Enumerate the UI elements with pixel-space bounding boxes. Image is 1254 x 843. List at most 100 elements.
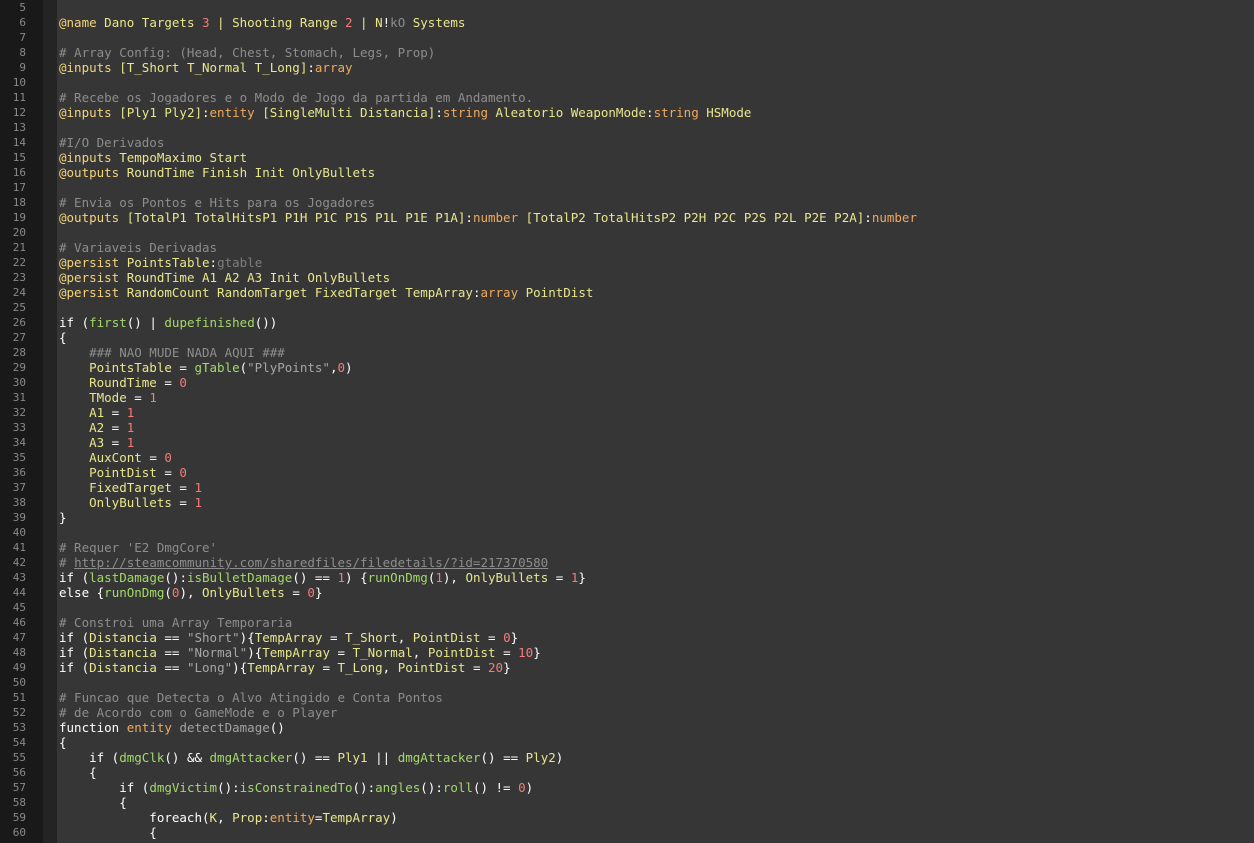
code-token: Distancia xyxy=(89,645,157,660)
code-line: # de Acordo com o GameMode e o Player xyxy=(59,705,337,720)
code-token: string xyxy=(653,105,699,120)
code-line: @persist RoundTime A1 A2 A3 Init OnlyBul… xyxy=(59,270,390,285)
line-number: 36 xyxy=(12,466,26,479)
code-token: gTable xyxy=(194,360,240,375)
code-token: ) xyxy=(390,810,398,825)
code-token: dmgClk xyxy=(119,750,165,765)
code-token: RoundTime A1 A2 A3 Init OnlyBullets xyxy=(119,270,391,285)
code-token: array xyxy=(314,60,353,75)
code-token: [TotalP1 TotalHitsP1 P1H P1C P1S P1L P1E… xyxy=(119,210,466,225)
code-token: ( xyxy=(104,750,120,765)
code-token: = xyxy=(171,360,195,375)
code-line: if (Distancia == "Normal"){TempArray = T… xyxy=(59,645,541,660)
line-number: 52 xyxy=(12,706,26,719)
code-token: FixedTarget xyxy=(59,480,172,495)
code-token: T_Normal xyxy=(352,645,413,660)
code-line: PointsTable = gTable("PlyPoints",0) xyxy=(59,360,353,375)
code-token: } xyxy=(578,570,586,585)
line-number: 27 xyxy=(12,331,26,344)
code-token: () == xyxy=(292,570,338,585)
code-token: 0 xyxy=(337,360,346,375)
line-number: 38 xyxy=(12,496,26,509)
code-line: @inputs [T_Short T_Normal T_Long]:array xyxy=(59,60,353,75)
code-token: = xyxy=(465,660,489,675)
code-token: 1 xyxy=(126,420,135,435)
line-number: 56 xyxy=(12,766,26,779)
code-token: OnlyBullets xyxy=(59,495,172,510)
code-line: { xyxy=(59,735,67,750)
code-token: RandomCount RandomTarget FixedTarget Tem… xyxy=(119,285,473,300)
code-line: FixedTarget = 1 xyxy=(59,480,202,495)
code-token: detectDamage xyxy=(179,720,270,735)
line-number: 10 xyxy=(12,76,26,89)
line-number: 30 xyxy=(12,376,26,389)
code-token: : xyxy=(209,255,218,270)
code-token: (): xyxy=(217,780,240,795)
code-token: PointDist xyxy=(59,465,157,480)
code-token: @inputs xyxy=(59,150,112,165)
code-line: if (dmgClk() && dmgAttacker() == Ply1 ||… xyxy=(59,750,563,765)
line-number: 40 xyxy=(12,526,26,539)
code-token: Ply2 xyxy=(525,750,556,765)
code-token: ( xyxy=(74,570,90,585)
code-token: 0 xyxy=(179,465,187,480)
code-token: ) xyxy=(232,660,240,675)
line-number: 50 xyxy=(12,676,26,689)
code-token: = xyxy=(156,465,180,480)
line-number: 44 xyxy=(12,586,26,599)
code-token: { xyxy=(59,795,127,810)
code-line: foreach(K, Prop:entity=TempArray) xyxy=(59,810,398,825)
line-number: 26 xyxy=(12,316,26,329)
code-token: || xyxy=(367,750,398,765)
code-token: A2 xyxy=(59,420,105,435)
line-number: 47 xyxy=(12,631,26,644)
code-token: (): xyxy=(420,780,443,795)
code-line: # Envia os Pontos e Hits para os Jogador… xyxy=(59,195,375,210)
line-number: 60 xyxy=(12,826,26,839)
code-token: , xyxy=(217,810,233,825)
line-number: 9 xyxy=(19,61,26,74)
code-token: Ply1 xyxy=(337,750,368,765)
code-token: # xyxy=(59,555,75,570)
code-token: array xyxy=(480,285,519,300)
code-token: dmgAttacker xyxy=(397,750,481,765)
code-token: () | xyxy=(126,315,165,330)
line-number: 24 xyxy=(12,286,26,299)
line-number: 15 xyxy=(12,151,26,164)
code-token: else xyxy=(59,585,90,600)
line-number: 23 xyxy=(12,271,26,284)
code-token: 3 xyxy=(202,15,210,30)
code-token: ) xyxy=(247,645,255,660)
code-line: # Requer 'E2 DmgCore' xyxy=(59,540,217,555)
line-number: 22 xyxy=(12,256,26,269)
code-area[interactable]: @name Dano Targets 3 | Shooting Range 2 … xyxy=(57,0,1254,843)
code-token: TempoMaximo Start xyxy=(111,150,248,165)
code-token: PointDist xyxy=(427,645,496,660)
code-token: ) xyxy=(345,360,353,375)
code-token: = xyxy=(284,585,308,600)
code-token: 0 xyxy=(164,450,172,465)
line-number: 45 xyxy=(12,601,26,614)
code-editor[interactable]: 5 6 7 8 9 10 11 12 13 14 15 16 17 18 19 20 21 22 23 24 25 26 2… xyxy=(0,0,1254,843)
code-token: entity xyxy=(269,810,315,825)
line-number: 21 xyxy=(12,241,26,254)
code-token: { xyxy=(247,630,255,645)
line-number: 19 xyxy=(12,211,26,224)
code-token: string xyxy=(442,105,488,120)
code-token: == xyxy=(156,645,187,660)
code-line: #I/O Derivados xyxy=(59,135,164,150)
code-line: # Recebe os Jogadores e o Modo de Jogo d… xyxy=(59,90,533,105)
code-token: : xyxy=(435,105,443,120)
code-token: kO xyxy=(390,15,406,30)
code-token: { xyxy=(59,765,97,780)
line-number: 35 xyxy=(12,451,26,464)
code-token: dmgAttacker xyxy=(209,750,293,765)
code-token: number xyxy=(472,210,519,225)
code-line: function entity detectDamage() xyxy=(59,720,285,735)
line-number: 49 xyxy=(12,661,26,674)
code-token: K xyxy=(209,810,218,825)
code-link[interactable]: http://steamcommunity.com/sharedfiles/fi… xyxy=(74,555,548,570)
line-number: 59 xyxy=(12,811,26,824)
code-token: "Short" xyxy=(186,630,240,645)
code-token: 1 xyxy=(194,480,202,495)
